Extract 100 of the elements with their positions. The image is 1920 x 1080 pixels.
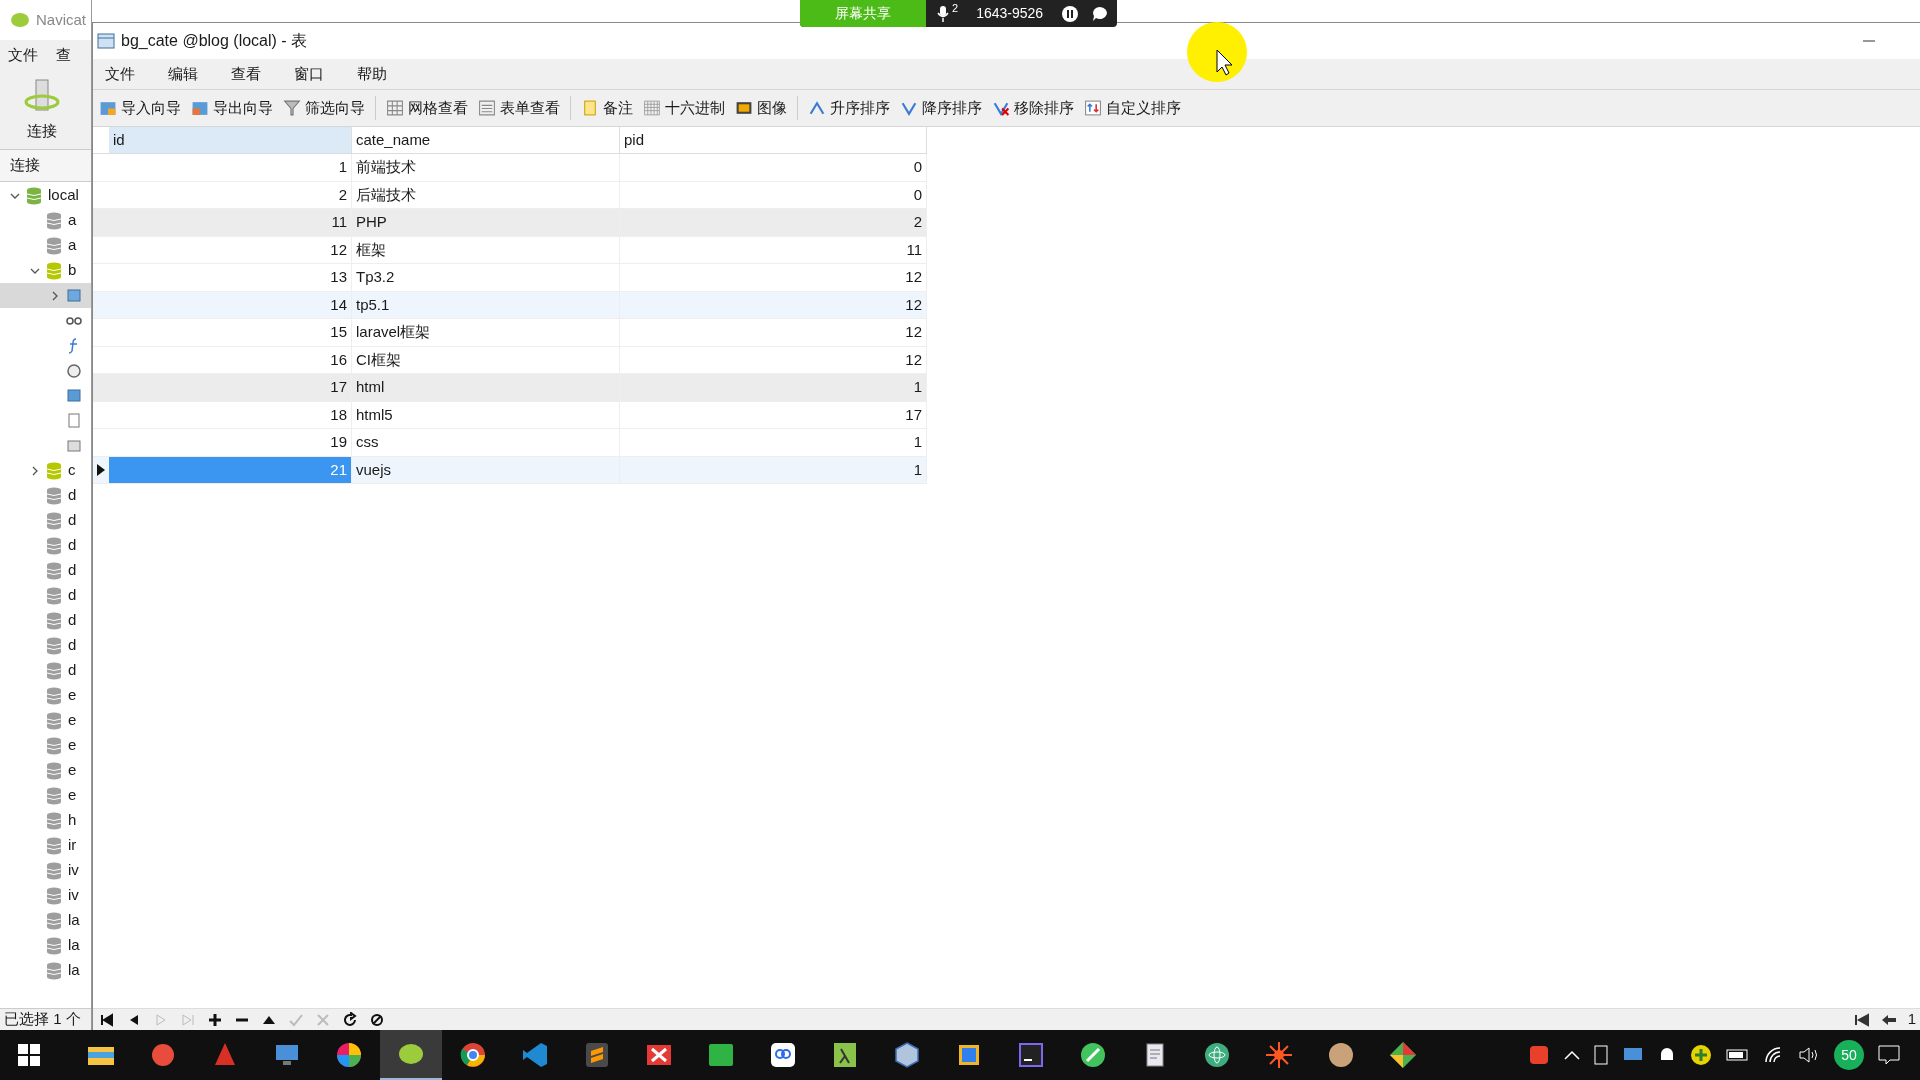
tree-item[interactable]: e xyxy=(68,709,77,732)
database-icon xyxy=(46,236,62,255)
column-header[interactable]: id xyxy=(109,127,352,153)
database-icon xyxy=(46,911,62,930)
panel-title: 连接 xyxy=(10,155,40,176)
tree-item[interactable]: d xyxy=(68,484,77,507)
tree-item[interactable]: local xyxy=(48,184,79,207)
first-record-icon[interactable] xyxy=(99,1011,115,1028)
film-icon[interactable] xyxy=(1594,1045,1608,1065)
tree-item[interactable]: d xyxy=(68,609,77,632)
menu-item[interactable]: 查 xyxy=(56,43,71,67)
table-row[interactable]: 17 html 1 xyxy=(93,374,927,402)
events-icon xyxy=(66,361,82,380)
table-row[interactable]: 1 前端技术 0 xyxy=(93,154,927,182)
microphone-icon[interactable] xyxy=(936,4,950,23)
toolbar-button[interactable]: 自定义排序 xyxy=(1084,96,1181,120)
tree-item[interactable]: a xyxy=(68,234,77,257)
table-row[interactable]: 16 CI框架 12 xyxy=(93,346,927,374)
table-cell: 13 xyxy=(109,264,352,291)
table-row[interactable]: 12 框架 11 xyxy=(93,236,927,264)
chevron-up-icon[interactable] xyxy=(1564,1050,1580,1060)
toolbar-button[interactable]: 图像 xyxy=(735,96,787,120)
tree-item[interactable]: d xyxy=(68,584,77,607)
plus-circle-icon[interactable] xyxy=(1690,1044,1712,1066)
table-row[interactable]: 15 laravel框架 12 xyxy=(93,319,927,347)
toolbar-button[interactable]: 导出向导 xyxy=(191,96,273,120)
start-icon[interactable] xyxy=(18,1044,40,1066)
tree-item[interactable]: iv xyxy=(68,859,79,882)
import-icon xyxy=(99,99,117,117)
participant-count: 2 xyxy=(952,1,959,16)
toolbar-button[interactable]: 降序排序 xyxy=(900,96,982,120)
table-cell: 11 xyxy=(109,209,352,236)
expand-icon[interactable] xyxy=(30,465,40,476)
expand-icon[interactable] xyxy=(50,290,60,301)
table-cell: 11 xyxy=(620,236,927,263)
leaf-icon xyxy=(10,11,30,29)
menu-item[interactable]: 帮助 xyxy=(351,62,414,86)
tree-item[interactable]: e xyxy=(68,759,77,782)
toolbar-button[interactable]: 移除排序 xyxy=(992,96,1074,120)
notification-icon[interactable] xyxy=(1878,1045,1900,1065)
toolbar-button[interactable]: 筛选向导 xyxy=(283,96,365,120)
menu-item[interactable]: 编辑 xyxy=(162,62,225,86)
database-icon xyxy=(46,261,62,280)
toolbar-button[interactable]: 升序排序 xyxy=(808,96,890,120)
tree-item[interactable]: d xyxy=(68,634,77,657)
table-row[interactable]: 18 html5 17 xyxy=(93,401,927,429)
column-header[interactable]: cate_name xyxy=(352,127,620,153)
toolbar-button[interactable]: 表单查看 xyxy=(478,96,560,120)
tree-item[interactable]: la xyxy=(68,959,80,982)
database-icon xyxy=(46,761,62,780)
table-row[interactable]: 13 Tp3.2 12 xyxy=(93,264,927,292)
input-method-icon[interactable] xyxy=(1528,1044,1550,1066)
menu-item[interactable]: 窗口 xyxy=(288,62,351,86)
table-cell: CI框架 xyxy=(352,346,620,373)
sun-icon[interactable] xyxy=(1263,1039,1295,1071)
tree-item[interactable]: c xyxy=(68,459,76,482)
tree-item[interactable]: la xyxy=(68,909,80,932)
taskbar-slot[interactable] xyxy=(380,1030,442,1080)
tree-item[interactable]: e xyxy=(68,784,77,807)
table-row[interactable]: 14 tp5.1 12 xyxy=(93,291,927,319)
database-icon xyxy=(46,936,62,955)
tree-item[interactable]: d xyxy=(68,659,77,682)
stop-record-icon[interactable] xyxy=(369,1011,385,1028)
toolbar-button[interactable]: 备注 xyxy=(581,96,633,120)
pause-icon[interactable] xyxy=(1061,4,1080,23)
tree-item[interactable]: b xyxy=(68,259,77,282)
table-row[interactable]: 11 PHP 2 xyxy=(93,209,927,237)
column-header[interactable]: pid xyxy=(620,127,927,153)
tree-item[interactable]: h xyxy=(68,809,77,832)
toolbar-button[interactable]: 十六进制 xyxy=(643,96,725,120)
menu-item[interactable]: 文件 xyxy=(8,43,38,67)
selected-tree-row[interactable] xyxy=(0,283,91,308)
refresh-record-icon[interactable] xyxy=(342,1011,358,1028)
table-cell: 后端技术 xyxy=(352,181,620,208)
menu-item[interactable]: 查看 xyxy=(225,62,288,86)
table-cell: 15 xyxy=(109,319,352,346)
tree-item[interactable]: e xyxy=(68,734,77,757)
toolbar-button[interactable]: 导入向导 xyxy=(99,96,181,120)
tree-item[interactable]: iv xyxy=(68,884,79,907)
tree-item[interactable]: d xyxy=(68,509,77,532)
add-record-icon[interactable] xyxy=(207,1011,223,1028)
form-icon xyxy=(478,99,496,117)
table-row[interactable]: 2 后端技术 0 xyxy=(93,181,927,209)
tree-item[interactable]: d xyxy=(68,559,77,582)
table-row[interactable]: 21 vuejs 1 xyxy=(93,456,927,484)
first-page-icon[interactable] xyxy=(1853,1012,1870,1027)
table-row[interactable]: 19 css 1 xyxy=(93,429,927,457)
tree-item[interactable]: ir xyxy=(68,834,77,857)
prev-page-icon[interactable] xyxy=(1880,1012,1897,1027)
tree-item[interactable]: a xyxy=(68,209,77,232)
database-icon xyxy=(46,461,62,480)
toolbar-button[interactable]: 网格查看 xyxy=(386,96,468,120)
speaker-icon[interactable] xyxy=(1798,1046,1820,1064)
tree-item[interactable]: la xyxy=(68,934,80,957)
menu-item[interactable]: 文件 xyxy=(99,62,162,86)
tree-item[interactable]: e xyxy=(68,684,77,707)
battery-icon[interactable] xyxy=(1726,1048,1750,1062)
chat-icon[interactable] xyxy=(1091,4,1110,23)
table-cell: 12 xyxy=(620,319,927,346)
tree-item[interactable]: d xyxy=(68,534,77,557)
